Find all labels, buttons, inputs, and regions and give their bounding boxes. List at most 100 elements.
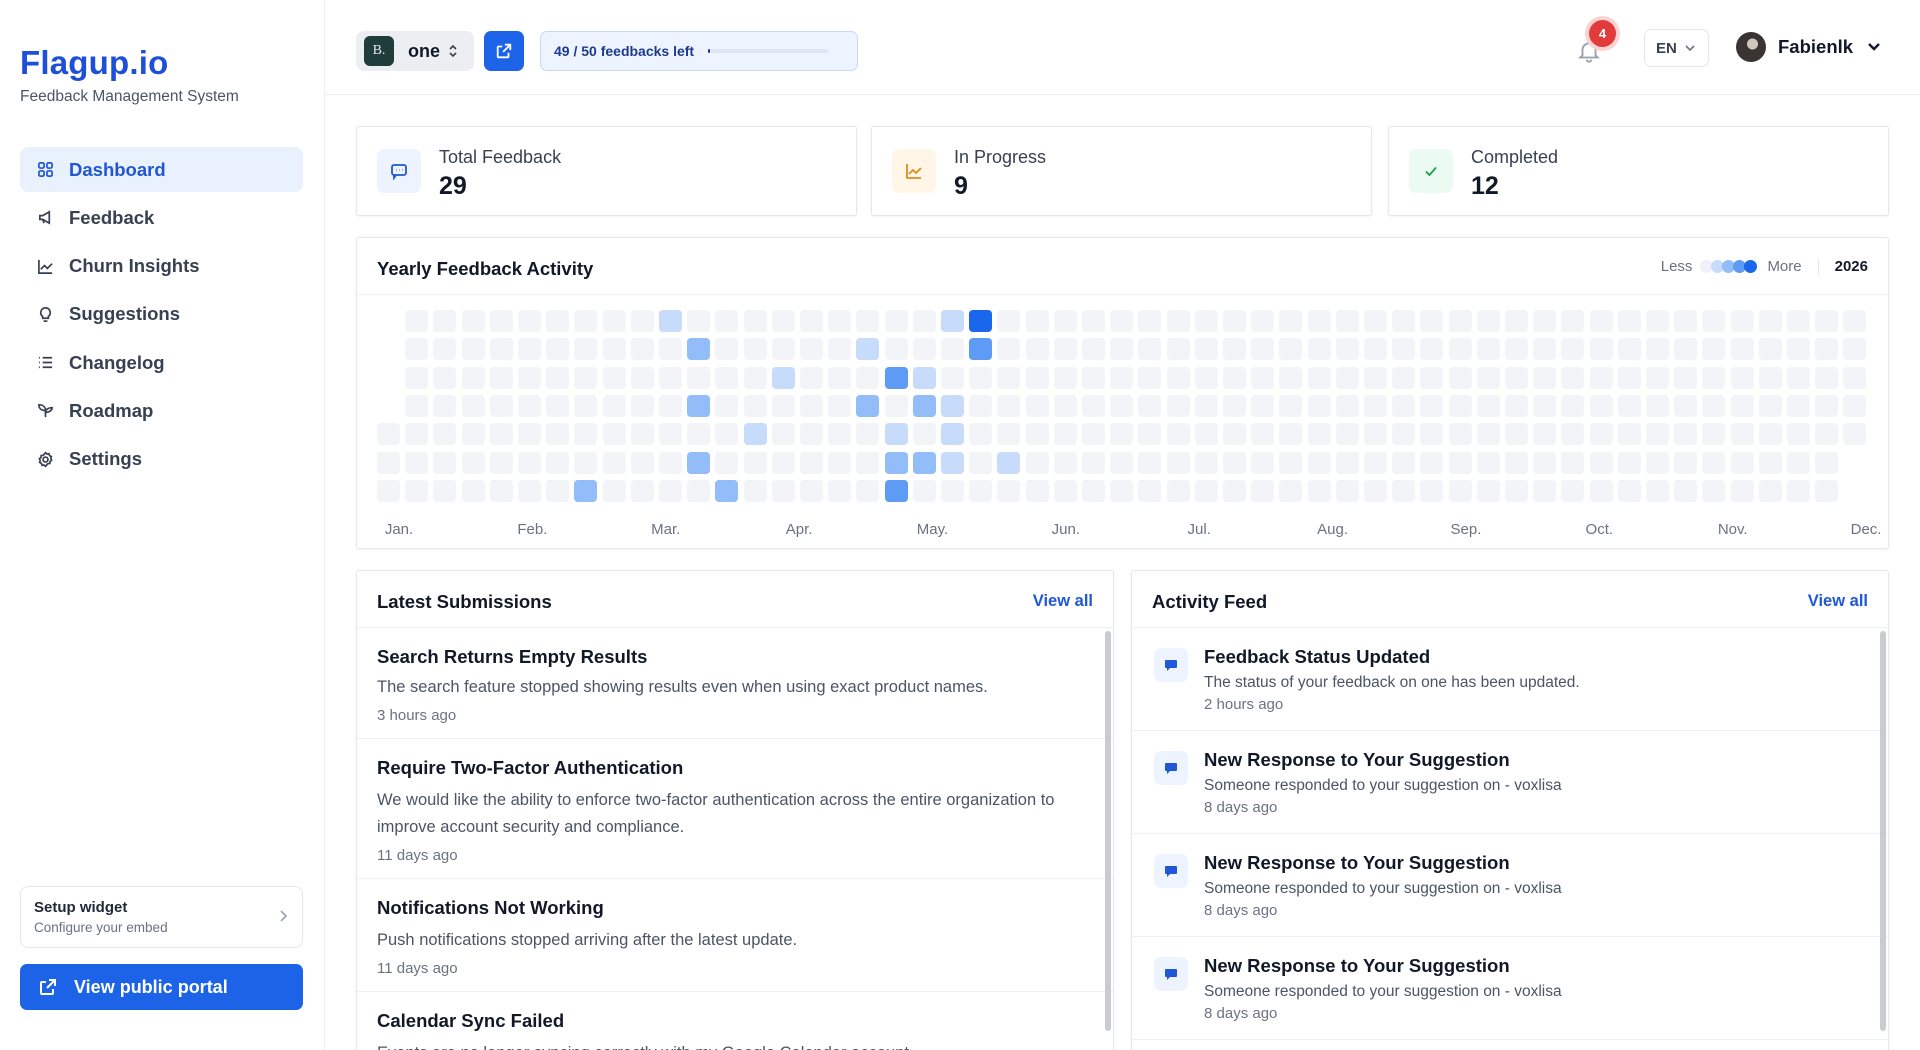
heatmap-cell[interactable] bbox=[1815, 310, 1839, 332]
heatmap-cell[interactable] bbox=[1307, 423, 1331, 446]
view-public-portal-button[interactable]: View public portal bbox=[20, 964, 303, 1010]
heatmap-cell[interactable] bbox=[1335, 394, 1359, 417]
heatmap-cell[interactable] bbox=[433, 423, 457, 446]
heatmap-cell[interactable] bbox=[912, 366, 936, 389]
heatmap-cell[interactable] bbox=[1674, 338, 1698, 361]
heatmap-cell[interactable] bbox=[546, 479, 570, 502]
heatmap-cell[interactable] bbox=[941, 366, 964, 389]
heatmap-cell[interactable] bbox=[1617, 394, 1641, 417]
brand-logo[interactable]: Flagup.io bbox=[20, 44, 239, 82]
heatmap-cell[interactable] bbox=[659, 451, 682, 474]
heatmap-cell[interactable] bbox=[461, 479, 485, 502]
heatmap-cell[interactable] bbox=[1533, 366, 1557, 389]
heatmap-cell[interactable] bbox=[1533, 310, 1557, 332]
heatmap-cell[interactable] bbox=[1053, 310, 1077, 332]
list-item[interactable]: Calendar Sync Failed Events are no longe… bbox=[357, 992, 1113, 1050]
heatmap-cell[interactable] bbox=[1251, 479, 1275, 502]
heatmap-cell[interactable] bbox=[1589, 338, 1613, 361]
heatmap-cell[interactable] bbox=[1251, 451, 1275, 474]
heatmap-cell[interactable] bbox=[574, 394, 598, 417]
heatmap-cell[interactable] bbox=[1420, 310, 1444, 332]
heatmap-cell[interactable] bbox=[630, 338, 654, 361]
heatmap-cell[interactable] bbox=[630, 451, 654, 474]
heatmap-cell[interactable] bbox=[1110, 451, 1134, 474]
heatmap-cell[interactable] bbox=[1025, 366, 1049, 389]
heatmap-cell[interactable] bbox=[1476, 338, 1500, 361]
heatmap-cell[interactable] bbox=[1194, 338, 1218, 361]
heatmap-cell[interactable] bbox=[546, 451, 570, 474]
heatmap-cell[interactable] bbox=[828, 423, 852, 446]
list-item[interactable]: Search Returns Empty Results The search … bbox=[357, 628, 1113, 739]
heatmap-cell[interactable] bbox=[630, 479, 654, 502]
heatmap-cell[interactable] bbox=[800, 423, 823, 446]
heatmap-cell[interactable] bbox=[405, 310, 429, 332]
heatmap-cell[interactable] bbox=[1646, 451, 1669, 474]
heatmap-cell[interactable] bbox=[405, 479, 429, 502]
heatmap-cell[interactable] bbox=[743, 451, 767, 474]
heatmap-cell[interactable] bbox=[1617, 338, 1641, 361]
heatmap-cell[interactable] bbox=[602, 366, 626, 389]
heatmap-cell[interactable] bbox=[630, 310, 654, 332]
heatmap-cell[interactable] bbox=[1223, 451, 1246, 474]
heatmap-cell[interactable] bbox=[941, 479, 964, 502]
heatmap-cell[interactable] bbox=[1194, 310, 1218, 332]
heatmap-cell[interactable] bbox=[771, 451, 795, 474]
heatmap-cell[interactable] bbox=[546, 338, 570, 361]
heatmap-cell[interactable] bbox=[1730, 423, 1754, 446]
heatmap-cell[interactable] bbox=[1279, 310, 1303, 332]
heatmap-cell[interactable] bbox=[1674, 366, 1698, 389]
heatmap-cell[interactable] bbox=[602, 338, 626, 361]
heatmap-cell[interactable] bbox=[489, 394, 513, 417]
heatmap-cell[interactable] bbox=[1787, 451, 1810, 474]
heatmap-cell[interactable] bbox=[461, 394, 485, 417]
heatmap-cell[interactable] bbox=[1617, 451, 1641, 474]
heatmap-cell[interactable] bbox=[1758, 423, 1782, 446]
heatmap-cell[interactable] bbox=[715, 310, 739, 332]
heatmap-cell[interactable] bbox=[771, 394, 795, 417]
heatmap-cell[interactable] bbox=[715, 394, 739, 417]
heatmap-cell[interactable] bbox=[1335, 366, 1359, 389]
heatmap-cell[interactable] bbox=[1392, 451, 1416, 474]
heatmap-cell[interactable] bbox=[1561, 366, 1585, 389]
heatmap-cell[interactable] bbox=[1476, 310, 1500, 332]
heatmap-cell[interactable] bbox=[461, 310, 485, 332]
heatmap-cell[interactable] bbox=[1787, 394, 1810, 417]
heatmap-cell[interactable] bbox=[1476, 366, 1500, 389]
sidebar-item-dashboard[interactable]: Dashboard bbox=[20, 147, 303, 192]
heatmap-cell[interactable] bbox=[518, 310, 541, 332]
setup-widget-card[interactable]: Setup widget Configure your embed bbox=[20, 886, 303, 948]
heatmap-cell[interactable] bbox=[1843, 310, 1867, 332]
heatmap-cell[interactable] bbox=[1702, 310, 1726, 332]
heatmap-cell[interactable] bbox=[1307, 451, 1331, 474]
heatmap-cell[interactable] bbox=[518, 338, 541, 361]
heatmap-cell[interactable] bbox=[1110, 366, 1134, 389]
heatmap-cell[interactable] bbox=[1279, 423, 1303, 446]
heatmap-cell[interactable] bbox=[1674, 479, 1698, 502]
heatmap-cell[interactable] bbox=[1364, 338, 1387, 361]
heatmap-cell[interactable] bbox=[1589, 366, 1613, 389]
heatmap-cell[interactable] bbox=[1082, 451, 1105, 474]
heatmap-cell[interactable] bbox=[1110, 479, 1134, 502]
heatmap-cell[interactable] bbox=[969, 310, 993, 332]
heatmap-cell[interactable] bbox=[1617, 423, 1641, 446]
heatmap-cell[interactable] bbox=[884, 394, 908, 417]
heatmap-cell[interactable] bbox=[461, 451, 485, 474]
heatmap-cell[interactable] bbox=[1138, 366, 1162, 389]
heatmap-cell[interactable] bbox=[1674, 423, 1698, 446]
heatmap-cell[interactable] bbox=[489, 310, 513, 332]
list-item[interactable]: Feedback Status Updated The status of yo… bbox=[1132, 628, 1888, 731]
heatmap-cell[interactable] bbox=[1476, 423, 1500, 446]
heatmap-cell[interactable] bbox=[1702, 366, 1726, 389]
heatmap-cell[interactable] bbox=[1053, 423, 1077, 446]
heatmap-cell[interactable] bbox=[1110, 310, 1134, 332]
heatmap-cell[interactable] bbox=[687, 479, 711, 502]
heatmap-cell[interactable] bbox=[602, 479, 626, 502]
heatmap-cell[interactable] bbox=[630, 394, 654, 417]
heatmap-cell[interactable] bbox=[1364, 423, 1387, 446]
heatmap-cell[interactable] bbox=[1787, 366, 1810, 389]
heatmap-cell[interactable] bbox=[1646, 366, 1669, 389]
heatmap-cell[interactable] bbox=[1279, 451, 1303, 474]
heatmap-cell[interactable] bbox=[1787, 310, 1810, 332]
heatmap-cell[interactable] bbox=[1223, 479, 1246, 502]
heatmap-cell[interactable] bbox=[912, 310, 936, 332]
